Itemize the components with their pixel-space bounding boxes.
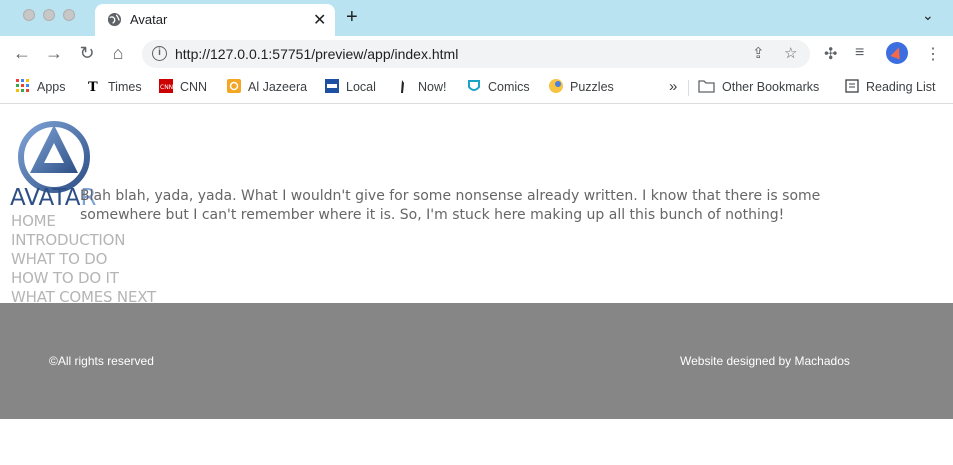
puzzles-icon <box>549 79 563 93</box>
bookmark-label: Puzzles <box>570 80 614 94</box>
bookmark-comics[interactable]: Comics <box>467 78 530 96</box>
address-bar[interactable]: i http://127.0.0.1:57751/preview/app/ind… <box>142 40 810 68</box>
bookmark-apps[interactable]: Apps <box>16 78 66 96</box>
close-tab-icon[interactable]: ✕ <box>313 10 326 30</box>
reading-list-icon <box>845 79 859 93</box>
forward-arrow-icon[interactable]: → <box>44 43 64 64</box>
bookmark-label: Other Bookmarks <box>722 80 820 94</box>
bookmarks-divider <box>688 80 689 96</box>
folder-icon <box>698 80 715 93</box>
copyright-text: ©All rights reserved <box>49 354 154 368</box>
media-playlist-icon[interactable]: ≡ <box>855 44 864 62</box>
extensions-puzzle-icon[interactable]: ✣ <box>824 44 837 64</box>
bookmark-label: Now! <box>418 80 447 94</box>
back-arrow-icon[interactable]: ← <box>12 43 32 64</box>
browser-tab[interactable]: Avatar ✕ <box>95 4 335 36</box>
bookmark-local[interactable]: Local <box>325 78 376 96</box>
reload-icon[interactable]: ↻ <box>77 43 97 64</box>
bookmark-times[interactable]: T Times <box>87 78 142 96</box>
bookmark-label: Al Jazeera <box>248 80 308 94</box>
bookmark-label: Times <box>108 80 142 94</box>
statue-icon <box>401 80 404 93</box>
tab-strip: Avatar ✕ + ⌄ <box>0 0 953 36</box>
share-icon[interactable]: ⇪ <box>752 44 765 62</box>
other-bookmarks-folder[interactable]: Other Bookmarks <box>698 78 819 96</box>
bookmarks-bar: Apps T Times CNN CNN Al Jazeera Local Now!… <box>0 72 953 104</box>
reading-list-button[interactable]: Reading List <box>845 78 936 96</box>
new-tab-button[interactable]: + <box>346 6 358 29</box>
site-nav: HOME INTRODUCTION WHAT TO DO HOW TO DO I… <box>11 212 156 307</box>
bookmark-cnn[interactable]: CNN CNN <box>159 78 207 96</box>
nav-introduction[interactable]: INTRODUCTION <box>11 231 156 250</box>
tab-title: Avatar <box>130 12 168 27</box>
close-window-button[interactable] <box>23 9 35 21</box>
al-jazeera-logo-icon <box>227 79 241 93</box>
browser-toolbar: ← → ↻ ⌂ i http://127.0.0.1:57751/preview… <box>0 36 953 72</box>
tab-search-chevron-icon[interactable]: ⌄ <box>922 7 934 24</box>
nav-home[interactable]: HOME <box>11 212 156 231</box>
local-news-icon <box>325 79 339 93</box>
maximize-window-button[interactable] <box>63 9 75 21</box>
web-page: AVATAR Blah blah, yada, yada. What I wou… <box>0 105 953 465</box>
url-text[interactable]: http://127.0.0.1:57751/preview/app/index… <box>175 46 458 62</box>
site-info-icon[interactable]: i <box>152 46 167 61</box>
intro-paragraph: Blah blah, yada, yada. What I wouldn't g… <box>80 188 821 223</box>
bookmarks-overflow-chevron[interactable]: » <box>669 78 677 96</box>
site-footer: ©All rights reserved Website designed by… <box>0 303 953 419</box>
minimize-window-button[interactable] <box>43 9 55 21</box>
globe-icon <box>107 12 122 27</box>
bookmark-label: Reading List <box>866 80 936 94</box>
times-logo-icon: T <box>88 80 98 93</box>
comics-icon <box>468 80 480 91</box>
nav-what-to-do[interactable]: WHAT TO DO <box>11 250 156 269</box>
nav-how-to-do-it[interactable]: HOW TO DO IT <box>11 269 156 288</box>
bookmark-puzzles[interactable]: Puzzles <box>549 78 614 96</box>
home-icon[interactable]: ⌂ <box>108 43 128 64</box>
cnn-logo-icon: CNN <box>159 79 173 93</box>
apps-grid-icon <box>16 79 29 92</box>
svg-text:CNN: CNN <box>160 84 173 91</box>
bookmark-label: CNN <box>180 80 208 94</box>
bookmark-now[interactable]: Now! <box>397 78 446 96</box>
profile-avatar[interactable] <box>886 42 908 64</box>
svg-text:T: T <box>88 80 98 93</box>
bookmark-star-icon[interactable]: ☆ <box>784 44 797 62</box>
bookmark-al-jazeera[interactable]: Al Jazeera <box>227 78 307 96</box>
bookmark-label: Local <box>346 80 376 94</box>
bookmark-label: Comics <box>488 80 530 94</box>
designer-credit: Website designed by Machados <box>680 354 850 368</box>
bookmark-label: Apps <box>37 80 66 94</box>
more-menu-icon[interactable]: ⋮ <box>925 44 941 64</box>
